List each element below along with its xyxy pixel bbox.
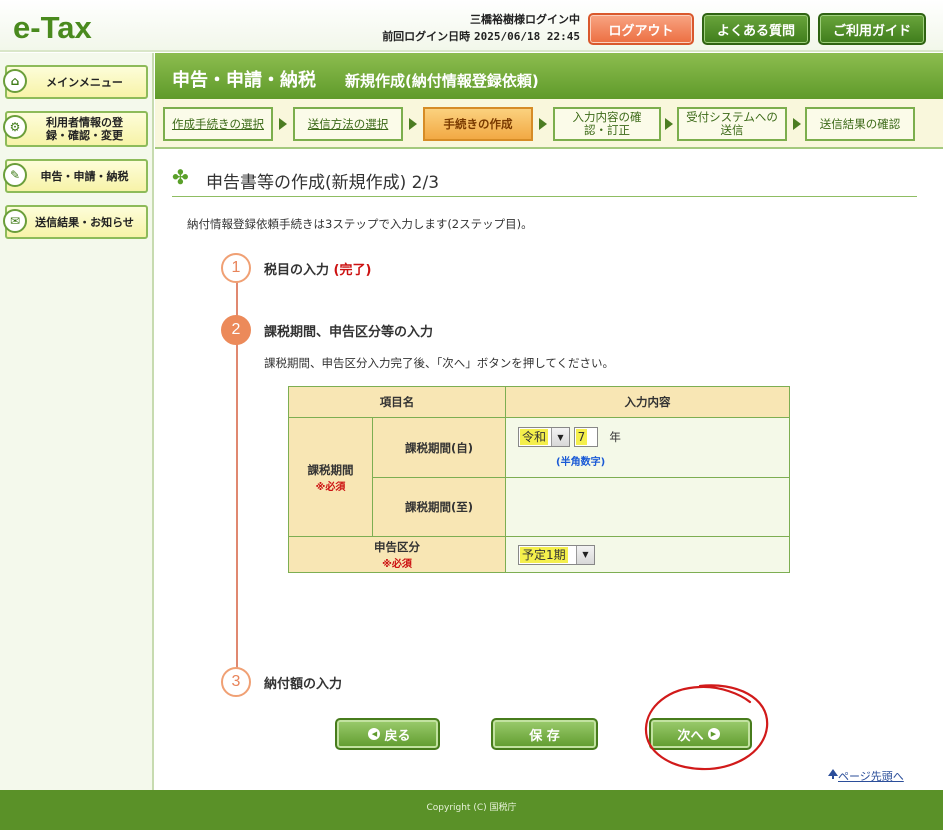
user-settings-icon: ⚙ bbox=[3, 115, 27, 139]
filing-type-label: 申告区分 ※必須 bbox=[288, 536, 506, 573]
chevron-down-icon[interactable]: ▼ bbox=[551, 428, 569, 446]
faq-button[interactable]: よくある質問 bbox=[702, 13, 810, 45]
user-name: 三橋裕樹様ログイン中 bbox=[470, 13, 580, 26]
step1-status: (完了) bbox=[333, 263, 372, 278]
mail-icon: ✉ bbox=[3, 209, 27, 233]
year-input[interactable]: 7 bbox=[573, 427, 598, 447]
step-label: 作成手続きの選択 bbox=[172, 116, 264, 131]
half-width-note: (半角数字) bbox=[556, 457, 606, 468]
step-select-procedure[interactable]: 作成手続きの選択 bbox=[163, 107, 273, 141]
last-login: 前回ログイン日時 2025/06/18 22:45 bbox=[362, 28, 580, 45]
step3-title: 納付額の入力 bbox=[264, 677, 343, 692]
arrow-left-icon: ◀ bbox=[368, 728, 381, 740]
step2-number-circle: 2 bbox=[221, 315, 251, 345]
year-input-value: 7 bbox=[575, 429, 588, 445]
filing-type-cell: 予定1期 ▼ bbox=[505, 536, 790, 573]
step3-number-circle: 3 bbox=[221, 667, 251, 697]
logout-button[interactable]: ログアウト bbox=[588, 13, 694, 45]
step2-title: 課税期間、申告区分等の入力 bbox=[264, 325, 434, 340]
arrow-up-icon bbox=[828, 769, 838, 779]
page-title: 申告・申請・納税 bbox=[172, 70, 316, 91]
step-arrow-icon bbox=[665, 118, 673, 130]
step-label: 送信結果の確認 bbox=[819, 116, 901, 131]
sidebar-item-main-menu[interactable]: ⌂ メインメニュー bbox=[3, 65, 148, 99]
step-label: 入力内容の確認・訂正 bbox=[572, 110, 642, 137]
last-login-value: 2025/06/18 22:45 bbox=[474, 30, 580, 43]
copyright-text: Copyright (C) 国税庁 bbox=[426, 803, 517, 813]
step-arrow-icon bbox=[409, 118, 417, 130]
chevron-down-icon[interactable]: ▼ bbox=[576, 545, 594, 564]
period-label: 課税期間 bbox=[307, 462, 354, 477]
step-confirm-edit: 入力内容の確認・訂正 bbox=[553, 107, 661, 141]
column-header-item: 項目名 bbox=[288, 386, 506, 418]
intro-text: 納付情報登録依頼手続きは3ステップで入力します(2ステップ目)。 bbox=[187, 217, 533, 231]
period-group-label: 課税期間 ※必須 bbox=[288, 417, 373, 537]
step-arrow-icon bbox=[279, 118, 287, 130]
step1-title: 税目の入力 (完了) bbox=[264, 259, 371, 278]
document-icon: ✎ bbox=[3, 163, 27, 187]
period-start-label: 課税期間(自) bbox=[372, 417, 506, 478]
sidebar-item-label: 申告・申請・納税 bbox=[40, 169, 129, 183]
filing-type-select[interactable]: 予定1期 ▼ bbox=[518, 544, 595, 565]
sidebar-item-label: メインメニュー bbox=[46, 75, 123, 89]
period-end-label: 課税期間(至) bbox=[372, 477, 506, 537]
step2-note: 課税期間、申告区分入力完了後、「次へ」ボタンを押してください。 bbox=[264, 356, 615, 370]
clover-icon: ✤ bbox=[172, 165, 189, 189]
arrow-right-icon: ▶ bbox=[707, 728, 720, 740]
guide-button[interactable]: ご利用ガイド bbox=[818, 13, 926, 45]
section-heading: ✤ 申告書等の作成(新規作成) 2/3 bbox=[172, 165, 917, 197]
next-button-label: 次へ bbox=[677, 728, 704, 744]
step1-number-circle: 1 bbox=[221, 253, 251, 283]
sidebar: ⌂ メインメニュー ⚙ 利用者情報の登録・確認・変更 ✎ 申告・申請・納税 ✉ … bbox=[0, 53, 154, 790]
column-header-input: 入力内容 bbox=[505, 386, 790, 418]
step-arrow-icon bbox=[539, 118, 547, 130]
back-button[interactable]: ◀ 戻る bbox=[335, 718, 440, 750]
sidebar-item-label: 送信結果・お知らせ bbox=[35, 215, 134, 229]
save-button[interactable]: 保 存 bbox=[491, 718, 598, 750]
etax-logo[interactable]: e-Tax bbox=[13, 10, 92, 46]
progress-steps: 作成手続きの選択 送信方法の選択 手続きの作成 入力内容の確認・訂正 受付システ… bbox=[155, 99, 943, 149]
filing-type-value: 予定1期 bbox=[520, 546, 568, 563]
last-login-label: 前回ログイン日時 bbox=[382, 30, 471, 43]
era-select-value: 令和 bbox=[520, 429, 549, 445]
save-button-label: 保 存 bbox=[529, 728, 560, 744]
next-button[interactable]: 次へ ▶ bbox=[649, 718, 752, 750]
title-bar: 申告・申請・納税 新規作成(納付情報登録依頼) bbox=[155, 53, 943, 99]
era-select[interactable]: 令和 ▼ bbox=[518, 427, 570, 447]
input-table: 項目名 入力内容 課税期間 ※必須 課税期間(自) 令和 ▼ 7 年 (半角数字… bbox=[288, 386, 790, 573]
year-unit-label: 年 bbox=[609, 430, 621, 444]
section-heading-text: 申告書等の作成(新規作成) 2/3 bbox=[206, 173, 440, 193]
sidebar-item-filing[interactable]: ✎ 申告・申請・納税 bbox=[3, 159, 148, 193]
step-label: 送信方法の選択 bbox=[307, 116, 389, 131]
footer: Copyright (C) 国税庁 bbox=[0, 790, 943, 830]
sidebar-item-results[interactable]: ✉ 送信結果・お知らせ bbox=[3, 205, 148, 239]
sidebar-item-user-info[interactable]: ⚙ 利用者情報の登録・確認・変更 bbox=[3, 111, 148, 147]
back-button-label: 戻る bbox=[384, 728, 411, 744]
login-info: 三橋裕樹様ログイン中 前回ログイン日時 2025/06/18 22:45 bbox=[362, 11, 580, 45]
period-end-cell bbox=[505, 477, 790, 537]
step-arrow-icon bbox=[793, 118, 801, 130]
page-top-link[interactable]: ページ先頭へ bbox=[838, 768, 904, 784]
step-label: 受付システムへの送信 bbox=[686, 110, 778, 137]
step-create-procedure: 手続きの作成 bbox=[423, 107, 533, 141]
filing-type-text: 申告区分 bbox=[374, 540, 420, 554]
step1-label: 税目の入力 bbox=[264, 263, 330, 278]
step-check-result: 送信結果の確認 bbox=[805, 107, 915, 141]
step-label: 手続きの作成 bbox=[443, 116, 513, 131]
step-select-method[interactable]: 送信方法の選択 bbox=[293, 107, 403, 141]
step-send: 受付システムへの送信 bbox=[677, 107, 787, 141]
header: e-Tax 三橋裕樹様ログイン中 前回ログイン日時 2025/06/18 22:… bbox=[0, 0, 943, 52]
sidebar-item-label: 利用者情報の登録・確認・変更 bbox=[46, 116, 123, 142]
required-mark: ※必須 bbox=[315, 481, 346, 493]
required-mark: ※必須 bbox=[382, 559, 412, 570]
page-subtitle: 新規作成(納付情報登録依頼) bbox=[345, 72, 539, 90]
home-icon: ⌂ bbox=[3, 69, 27, 93]
period-start-cell: 令和 ▼ 7 年 (半角数字) bbox=[505, 417, 790, 478]
